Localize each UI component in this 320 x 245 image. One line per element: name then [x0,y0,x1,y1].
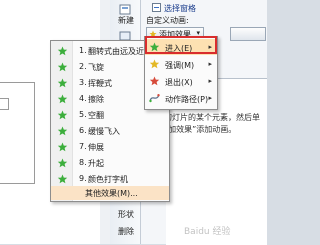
delete-effect-button[interactable] [230,27,266,41]
effect-number: 4. [79,94,87,103]
select-pane-link[interactable]: 选择窗格 [164,3,196,14]
watermark: Baidu 经验 [184,224,264,242]
effect-number: 7. [79,142,87,151]
green-star-icon [149,42,160,52]
effect-label: 翻转式由远及近 [88,47,144,56]
submenu-motion-path[interactable]: 动作路径(P) ▸ [145,90,217,106]
green-star-icon [57,174,68,184]
delete-label[interactable]: 删除 [113,226,139,237]
green-star-icon [57,158,68,168]
effect-number: 3. [79,78,87,87]
chevron-right-icon: ▸ [208,43,212,51]
effect-item-5[interactable]: 5. 空翻 [51,108,169,122]
select-pane-icon[interactable] [152,3,161,12]
green-star-icon [57,142,68,152]
chevron-right-icon: ▸ [208,60,212,68]
green-star-icon [57,62,68,72]
yellow-star-icon [149,59,160,69]
submenu-label: 退出(X) [165,78,193,87]
custom-animation-label: 自定义动画: [146,16,189,25]
green-star-icon [57,78,68,88]
submenu-label: 进入(E) [165,44,193,53]
effect-label: 挥鞭式 [88,79,112,88]
submenu-entrance[interactable]: 进入(E) ▸ [145,39,217,55]
new-label[interactable]: 新建 [113,15,139,26]
green-star-icon [57,110,68,120]
chevron-right-icon: ▸ [208,77,212,85]
chevron-right-icon: ▸ [208,94,212,102]
effect-item-7[interactable]: 7. 伸展 [51,140,169,154]
effect-label: 伸展 [88,143,104,152]
motion-path-icon [149,94,160,103]
more-effects-item[interactable]: 其他效果(M)... [51,186,169,200]
effect-number: 1. [79,46,87,55]
green-star-icon [57,46,68,56]
green-star-icon [57,94,68,104]
effect-number: 8. [79,158,87,167]
effect-label: 飞旋 [88,63,104,72]
submenu-exit[interactable]: 退出(X) ▸ [145,73,217,89]
effect-number: 6. [79,126,87,135]
effect-item-6[interactable]: 6. 缓慢飞入 [51,124,169,138]
green-star-icon [57,126,68,136]
effect-number: 9. [79,174,87,183]
effect-number: 5. [79,110,87,119]
red-star-icon [149,76,160,86]
effect-item-8[interactable]: 8. 升起 [51,156,169,170]
effect-label: 缓慢飞入 [88,127,120,136]
slide-tab [0,98,9,110]
effect-label: 颜色打字机 [88,175,128,184]
effect-number: 2. [79,62,87,71]
more-effects-label: 其他效果(M)... [85,189,138,198]
submenu-emphasis[interactable]: 强调(M) ▸ [145,56,217,72]
shape-label[interactable]: 形状 [113,209,139,220]
effect-label: 升起 [88,159,104,168]
effect-label: 空翻 [88,111,104,120]
watermark-text: Baidu 经验 [184,227,231,237]
effect-item-9[interactable]: 9. 颜色打字机 [51,172,169,186]
effect-category-submenu: 进入(E) ▸ 强调(M) ▸ 退出(X) ▸ 动作路径(P) ▸ [144,36,218,110]
effect-label: 擦除 [88,95,104,104]
submenu-label: 动作路径(P) [165,95,209,104]
submenu-label: 强调(M) [165,61,195,70]
